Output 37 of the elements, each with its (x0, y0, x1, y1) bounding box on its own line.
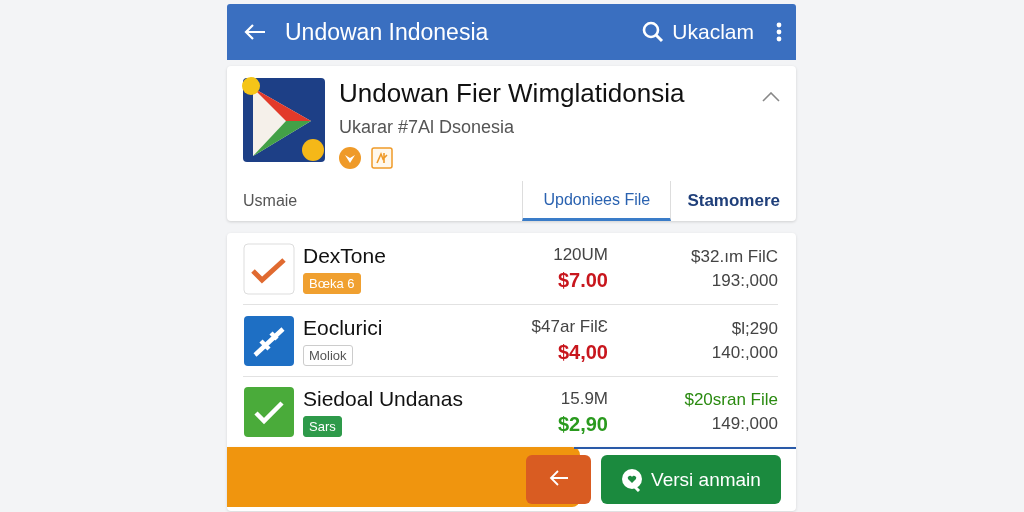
item-name: Siedoal Undanas (303, 387, 463, 411)
app-name: Undowan Fier Wimglatidonsia (339, 78, 686, 109)
item-name: DexTone (303, 243, 386, 268)
tab[interactable]: Stamomere (671, 181, 796, 221)
version-button[interactable]: Versi anmain (601, 455, 781, 504)
back-icon[interactable] (243, 23, 267, 41)
tab[interactable]: Usmaie (227, 181, 523, 221)
item-tag: Sars (303, 416, 342, 437)
heart-bubble-icon (621, 467, 644, 492)
app-subtitle: Ukarar #7Al Dsonesia (339, 117, 516, 138)
left-arrow-icon (547, 469, 570, 487)
item-count: 193:,000 (711, 270, 778, 291)
back-button[interactable] (526, 455, 591, 504)
collapse-chevron-icon[interactable] (762, 92, 780, 102)
item-size: 120UM (553, 245, 608, 265)
item-count: 140:,000 (711, 342, 778, 363)
item-tag: Bœka 6 (303, 272, 361, 294)
checkmark-icon (243, 386, 295, 438)
tab[interactable]: Updoniees File (522, 181, 672, 221)
search-label[interactable]: Ukaclam (672, 20, 754, 44)
item-tag: Moliok (303, 344, 353, 366)
app-bar-title: Undowan Indonesia (285, 18, 490, 46)
search-icon[interactable] (642, 21, 665, 43)
item-size: 15.9M (560, 388, 608, 409)
item-file: $l;290 (731, 318, 778, 339)
item-price: $7.00 (557, 269, 608, 292)
item-count: 149:,000 (711, 414, 778, 434)
item-name: Eoclurici (303, 315, 383, 340)
item-price: $4,00 (557, 341, 608, 364)
app-logo-icon (241, 76, 327, 164)
item-file: $32.ım FilC (691, 246, 778, 267)
item-file: $20sran File (684, 390, 778, 410)
item-size: $47ar FilƐ (531, 317, 608, 337)
more-menu-icon[interactable] (776, 22, 782, 42)
pen-icon (243, 314, 295, 367)
checkmark-icon (243, 242, 295, 295)
item-price: $2,90 (557, 412, 608, 436)
